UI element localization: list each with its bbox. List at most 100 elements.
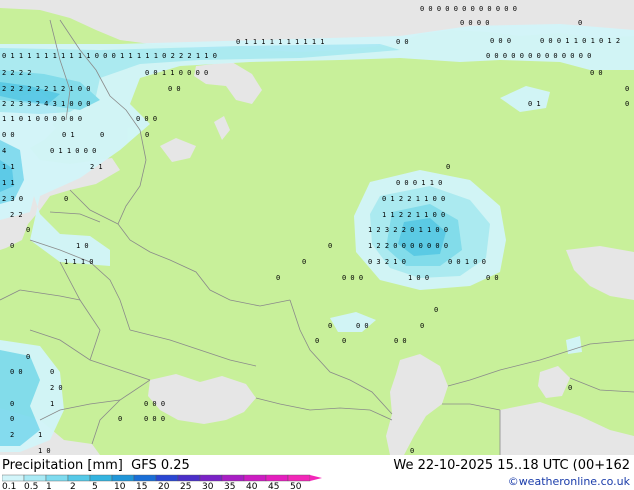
precip-value-label: 0 0 1 1 0 0 0 0 — [145, 69, 208, 77]
precip-value-label: 2 2 — [10, 211, 23, 219]
precip-value-label: 4 — [2, 147, 6, 155]
precip-value-label: 0 0 — [590, 69, 603, 77]
precip-value-label: 1 0 — [76, 242, 89, 250]
precip-value-label: 0 0 — [394, 337, 407, 345]
colorbar-swatch — [45, 474, 69, 482]
credit-link[interactable]: ©weatheronline.co.uk — [508, 475, 630, 488]
precip-value-label: 1 1 1 0 — [64, 258, 94, 266]
precip-value-label: 2 3 0 — [2, 195, 23, 203]
precip-value-label: 0 — [10, 400, 14, 408]
precip-value-label: 0 — [10, 415, 14, 423]
precip-value-label: 0 0 — [486, 274, 499, 282]
precip-value-label: 0 — [328, 242, 332, 250]
precip-value-label: 1 2 2 0 0 0 0 0 0 0 — [368, 242, 448, 250]
precip-value-label: 1 0 0 — [408, 274, 429, 282]
colorbar-swatch — [155, 474, 179, 482]
colorbar-swatch — [265, 474, 289, 482]
map-footer: Precipitation [mm] GFS 0.25 We 22-10-202… — [0, 455, 634, 490]
colorbar-swatch — [199, 474, 223, 482]
precip-value-label: 0 1 — [62, 131, 75, 139]
precip-value-label: 0 — [64, 195, 68, 203]
colorbar-swatch — [133, 474, 157, 482]
precip-value-label: 0 — [118, 415, 122, 423]
valid-time: We 22-10-2025 15..18 UTC (00+162 — [393, 458, 630, 473]
precip-value-label: 2 2 2 2 2 2 1 2 1 0 0 — [2, 85, 91, 93]
model-name: GFS 0.25 — [131, 458, 190, 473]
precip-value-label: 2 1 — [90, 163, 103, 171]
precip-value-label: 0 0 0 — [144, 400, 165, 408]
precip-value-label: 1 2 3 2 2 0 1 1 0 0 — [368, 226, 448, 234]
precip-value-label: 0 0 0 — [490, 37, 511, 45]
precip-value-label: 2 2 2 2 — [2, 69, 32, 77]
colorbar-label: 30 — [202, 482, 214, 490]
precip-value-label: 0 3 2 1 0 — [368, 258, 406, 266]
precip-value-label: 0 0 — [396, 38, 409, 46]
colorbar-label: 2 — [70, 482, 76, 490]
precip-value-label: 0 0 0 1 1 0 — [396, 179, 442, 187]
caspian-sea — [386, 354, 448, 455]
precip-value-label: 0 0 — [10, 368, 23, 376]
precip-value-label: 0 0 0 0 0 0 0 0 0 0 0 0 0 — [486, 52, 591, 60]
colorbar-label: 0.1 — [2, 482, 16, 490]
precip-value-label: 1 1 — [2, 179, 15, 187]
colorbar-swatch — [23, 474, 47, 482]
colorbar-swatch — [243, 474, 267, 482]
precip-value-label: 0 — [410, 447, 414, 455]
non-forecast-area — [500, 402, 634, 455]
precip-value-label: 0 0 0 — [342, 274, 363, 282]
colorbar-label: 10 — [114, 482, 126, 490]
precip-value-label: 0 1 2 2 1 1 0 0 — [382, 195, 445, 203]
precip-value-label: 0 0 — [168, 85, 181, 93]
precip-value-label: 1 0 — [38, 447, 51, 455]
precip-shading — [0, 24, 634, 452]
non-forecast-area-2 — [566, 246, 634, 300]
precip-value-label: 0 — [420, 322, 424, 330]
colorbar: 0.1 0.5 1 2 5 10 15 20 25 30 35 40 45 50 — [2, 474, 322, 490]
precip-value-label: 0 0 0 — [144, 415, 165, 423]
precip-value-label: 0 — [434, 306, 438, 314]
map-canvas: 0 1 1 1 1 1 1 1 1 1 10 00 0 0 0 0 0 0 0 … — [0, 0, 634, 455]
precip-value-label: 0 0 0 1 1 0 1 0 1 2 — [540, 37, 620, 45]
precip-value-label: 0 1 1 0 0 0 — [50, 147, 96, 155]
precip-value-label: 1 1 2 2 1 1 0 0 — [382, 211, 445, 219]
precip-value-label: 0 — [568, 384, 572, 392]
colorbar-label: 25 — [180, 482, 191, 490]
colorbar-swatch — [287, 474, 311, 482]
precip-value-label: 0 0 0 0 — [460, 19, 490, 27]
colorbar-label: 40 — [246, 482, 258, 490]
precip-value-label: 0 0 0 0 0 0 0 0 0 0 0 0 — [420, 5, 517, 13]
colorbar-label: 50 — [290, 482, 302, 490]
lake-onega — [214, 116, 230, 140]
colorbar-label: 0.5 — [24, 482, 38, 490]
precip-value-label: 0 — [342, 337, 346, 345]
precip-value-label: 0 — [446, 163, 450, 171]
colorbar-swatch — [89, 474, 113, 482]
precip-value-label: 0 — [315, 337, 319, 345]
colorbar-label: 5 — [92, 482, 98, 490]
colorbar-swatch — [221, 474, 245, 482]
precip-value-label: 0 — [26, 353, 30, 361]
colorbar-label: 20 — [158, 482, 170, 490]
precip-value-label: 0 1 1 1 1 1 1 1 1 1 1 0 0 0 1 1 1 1 1 0 … — [2, 52, 217, 60]
precip-value-label: 0 0 — [356, 322, 369, 330]
colorbar-label: 15 — [136, 482, 147, 490]
precip-value-label: 0 — [625, 85, 629, 93]
colorbar-swatch — [67, 474, 91, 482]
precip-value-label: 0 — [50, 368, 54, 376]
precip-value-label: 0 — [302, 258, 306, 266]
precip-value-label: 1 — [50, 400, 54, 408]
footer-title: Precipitation [mm] GFS 0.25 — [2, 458, 190, 473]
precip-value-label: 1 1 — [2, 163, 15, 171]
precipitation-map: 0 1 1 1 1 1 1 1 1 1 10 00 0 0 0 0 0 0 0 … — [0, 0, 634, 455]
precip-value-label: 0 — [26, 226, 30, 234]
precip-value-label: 2 0 — [50, 384, 63, 392]
colorbar-swatch — [111, 474, 135, 482]
precip-value-label: 0 — [276, 274, 280, 282]
colorbar-label: 35 — [224, 482, 235, 490]
precip-value-label: 0 — [10, 242, 14, 250]
precip-value-label: 0 1 — [528, 100, 541, 108]
colorbar-label: 45 — [268, 482, 279, 490]
precip-value-label: 2 — [10, 431, 14, 439]
precip-value-label: 2 2 3 3 2 4 3 1 0 0 0 — [2, 100, 91, 108]
product-name: Precipitation [mm] — [2, 458, 123, 473]
